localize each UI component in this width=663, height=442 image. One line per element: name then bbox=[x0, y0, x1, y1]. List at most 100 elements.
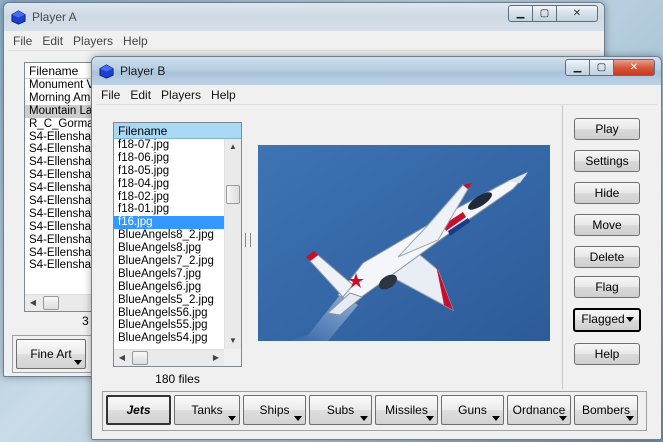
horizontal-scrollbar[interactable]: ◀ ▶ bbox=[114, 349, 224, 366]
player-a-file-list[interactable]: Filename Monument V Morning Amo Mountain L… bbox=[24, 62, 99, 312]
help-button[interactable]: Help bbox=[574, 343, 640, 365]
list-item[interactable]: S4-Ellenshav bbox=[25, 195, 98, 208]
player-b-window: Player B ▁ ▢ ✕ File Edit Players Help Fi… bbox=[91, 56, 662, 440]
scroll-thumb[interactable] bbox=[226, 185, 240, 204]
horizontal-scrollbar[interactable]: ◀ bbox=[25, 294, 98, 311]
menu-help[interactable]: Help bbox=[118, 34, 153, 48]
window-title: Player A bbox=[32, 10, 77, 24]
filename-column-header[interactable]: Filename bbox=[25, 63, 98, 79]
tab-tanks[interactable]: Tanks bbox=[174, 395, 240, 425]
list-item[interactable]: S4-Ellenshav bbox=[25, 156, 98, 169]
list-item[interactable]: S4-Ellenshav bbox=[25, 131, 98, 144]
close-icon: ✕ bbox=[572, 8, 582, 19]
list-item[interactable]: BlueAngels54.jpg bbox=[114, 332, 241, 345]
list-item[interactable]: f18-02.jpg bbox=[114, 191, 241, 204]
menu-help[interactable]: Help bbox=[206, 88, 241, 102]
scroll-left-icon[interactable]: ◀ bbox=[25, 295, 41, 311]
maximize-button[interactable]: ▢ bbox=[532, 5, 557, 22]
list-item[interactable]: Monument V bbox=[25, 79, 98, 92]
tab-guns[interactable]: Guns bbox=[441, 395, 504, 425]
app-cube-icon bbox=[11, 10, 26, 25]
dropdown-arrow-icon bbox=[559, 416, 567, 421]
menu-file[interactable]: File bbox=[8, 34, 37, 48]
list-item[interactable]: Morning Amo bbox=[25, 92, 98, 105]
minimize-button[interactable]: ▁ bbox=[508, 5, 533, 22]
tab-missiles[interactable]: Missiles bbox=[375, 395, 438, 425]
list-item[interactable]: S4-Ellenshav bbox=[25, 169, 98, 182]
list-item[interactable]: S4-Ellenshav bbox=[25, 182, 98, 195]
dropdown-arrow-icon bbox=[294, 416, 302, 421]
list-item[interactable]: f18-01.jpg bbox=[114, 203, 241, 216]
list-item[interactable]: S4-Ellenshav bbox=[25, 143, 98, 156]
settings-button[interactable]: Settings bbox=[574, 150, 640, 172]
maximize-icon: ▢ bbox=[596, 62, 607, 73]
splitter-handle[interactable] bbox=[245, 233, 251, 247]
maximize-button[interactable]: ▢ bbox=[589, 59, 614, 76]
hide-button[interactable]: Hide bbox=[574, 182, 640, 204]
category-bar: Jets Tanks Ships Subs Missiles Guns Ordn… bbox=[102, 391, 647, 431]
move-button[interactable]: Move bbox=[574, 214, 640, 236]
jet-photo bbox=[258, 145, 550, 341]
menu-edit[interactable]: Edit bbox=[125, 88, 156, 102]
player-a-menubar: File Edit Players Help bbox=[8, 31, 600, 51]
tab-ordnance[interactable]: Ordnance bbox=[507, 395, 571, 425]
vertical-scrollbar[interactable]: ▲ ▼ bbox=[224, 139, 241, 349]
player-b-titlebar[interactable]: Player B ▁ ▢ ✕ bbox=[92, 57, 661, 85]
scroll-thumb[interactable] bbox=[43, 296, 59, 310]
window-title: Player B bbox=[120, 64, 166, 78]
list-item[interactable]: S4-Ellenshav bbox=[25, 234, 98, 247]
play-button[interactable]: Play bbox=[574, 118, 640, 140]
file-count-label: 180 files bbox=[155, 372, 200, 386]
list-item[interactable]: BlueAngels6.jpg bbox=[114, 281, 241, 294]
close-button[interactable]: ✕ bbox=[613, 59, 655, 76]
flag-button[interactable]: Flag bbox=[574, 276, 640, 298]
maximize-icon: ▢ bbox=[539, 8, 550, 19]
scroll-up-icon[interactable]: ▲ bbox=[225, 139, 241, 155]
list-item[interactable]: BlueAngels7_2.jpg bbox=[114, 255, 241, 268]
list-item[interactable]: BlueAngels5_2.jpg bbox=[114, 294, 241, 307]
list-item[interactable]: f18-07.jpg bbox=[114, 139, 241, 152]
menu-players[interactable]: Players bbox=[156, 88, 206, 102]
player-b-file-list[interactable]: Filename f18-07.jpg f18-06.jpg f18-05.jpg f… bbox=[113, 122, 242, 367]
list-item[interactable]: BlueAngels8_2.jpg bbox=[114, 229, 241, 242]
list-item[interactable]: S4-Ellenshav bbox=[25, 208, 98, 221]
scroll-down-icon[interactable]: ▼ bbox=[225, 333, 241, 349]
close-icon: ✕ bbox=[629, 62, 639, 73]
list-item[interactable]: S4-Ellenshav bbox=[25, 259, 98, 272]
tab-subs[interactable]: Subs bbox=[309, 395, 372, 425]
list-item[interactable]: S4-Ellenshav bbox=[25, 247, 98, 260]
list-item[interactable]: Mountain Lal bbox=[25, 104, 98, 118]
tab-jets[interactable]: Jets bbox=[106, 395, 171, 425]
tab-fine-art[interactable]: Fine Art bbox=[16, 339, 86, 369]
list-item[interactable]: f18-04.jpg bbox=[114, 178, 241, 191]
menu-file[interactable]: File bbox=[96, 88, 125, 102]
file-count-label: 3 bbox=[82, 314, 89, 328]
scroll-thumb[interactable] bbox=[132, 351, 148, 365]
list-item[interactable]: R_C_Gormar bbox=[25, 118, 98, 131]
minimize-icon: ▁ bbox=[573, 62, 582, 73]
list-item[interactable]: BlueAngels7.jpg bbox=[114, 268, 241, 281]
scroll-right-icon[interactable]: ▶ bbox=[208, 350, 224, 366]
filename-column-header[interactable]: Filename bbox=[114, 123, 241, 139]
minimize-icon: ▁ bbox=[516, 8, 525, 19]
list-item[interactable]: f18-05.jpg bbox=[114, 165, 241, 178]
flagged-dropdown[interactable]: Flagged bbox=[573, 308, 641, 332]
tab-bombers[interactable]: Bombers bbox=[574, 395, 638, 425]
scroll-left-icon[interactable]: ◀ bbox=[114, 350, 130, 366]
list-item[interactable]: S4-Ellenshav bbox=[25, 221, 98, 234]
player-a-titlebar[interactable]: Player A ▁ ▢ ✕ bbox=[4, 3, 604, 31]
dropdown-arrow-icon bbox=[426, 416, 434, 421]
menu-edit[interactable]: Edit bbox=[37, 34, 68, 48]
delete-button[interactable]: Delete bbox=[574, 246, 640, 268]
player-b-menubar: File Edit Players Help bbox=[96, 85, 657, 105]
tab-ships[interactable]: Ships bbox=[243, 395, 306, 425]
list-item[interactable]: f16.jpg bbox=[114, 216, 241, 230]
list-item[interactable]: f18-06.jpg bbox=[114, 152, 241, 165]
close-button[interactable]: ✕ bbox=[556, 5, 598, 22]
menu-players[interactable]: Players bbox=[68, 34, 118, 48]
list-item[interactable]: BlueAngels8.jpg bbox=[114, 242, 241, 255]
dropdown-arrow-icon bbox=[626, 317, 634, 322]
list-item[interactable]: BlueAngels56.jpg bbox=[114, 307, 241, 320]
minimize-button[interactable]: ▁ bbox=[565, 59, 590, 76]
list-item[interactable]: BlueAngels55.jpg bbox=[114, 319, 241, 332]
